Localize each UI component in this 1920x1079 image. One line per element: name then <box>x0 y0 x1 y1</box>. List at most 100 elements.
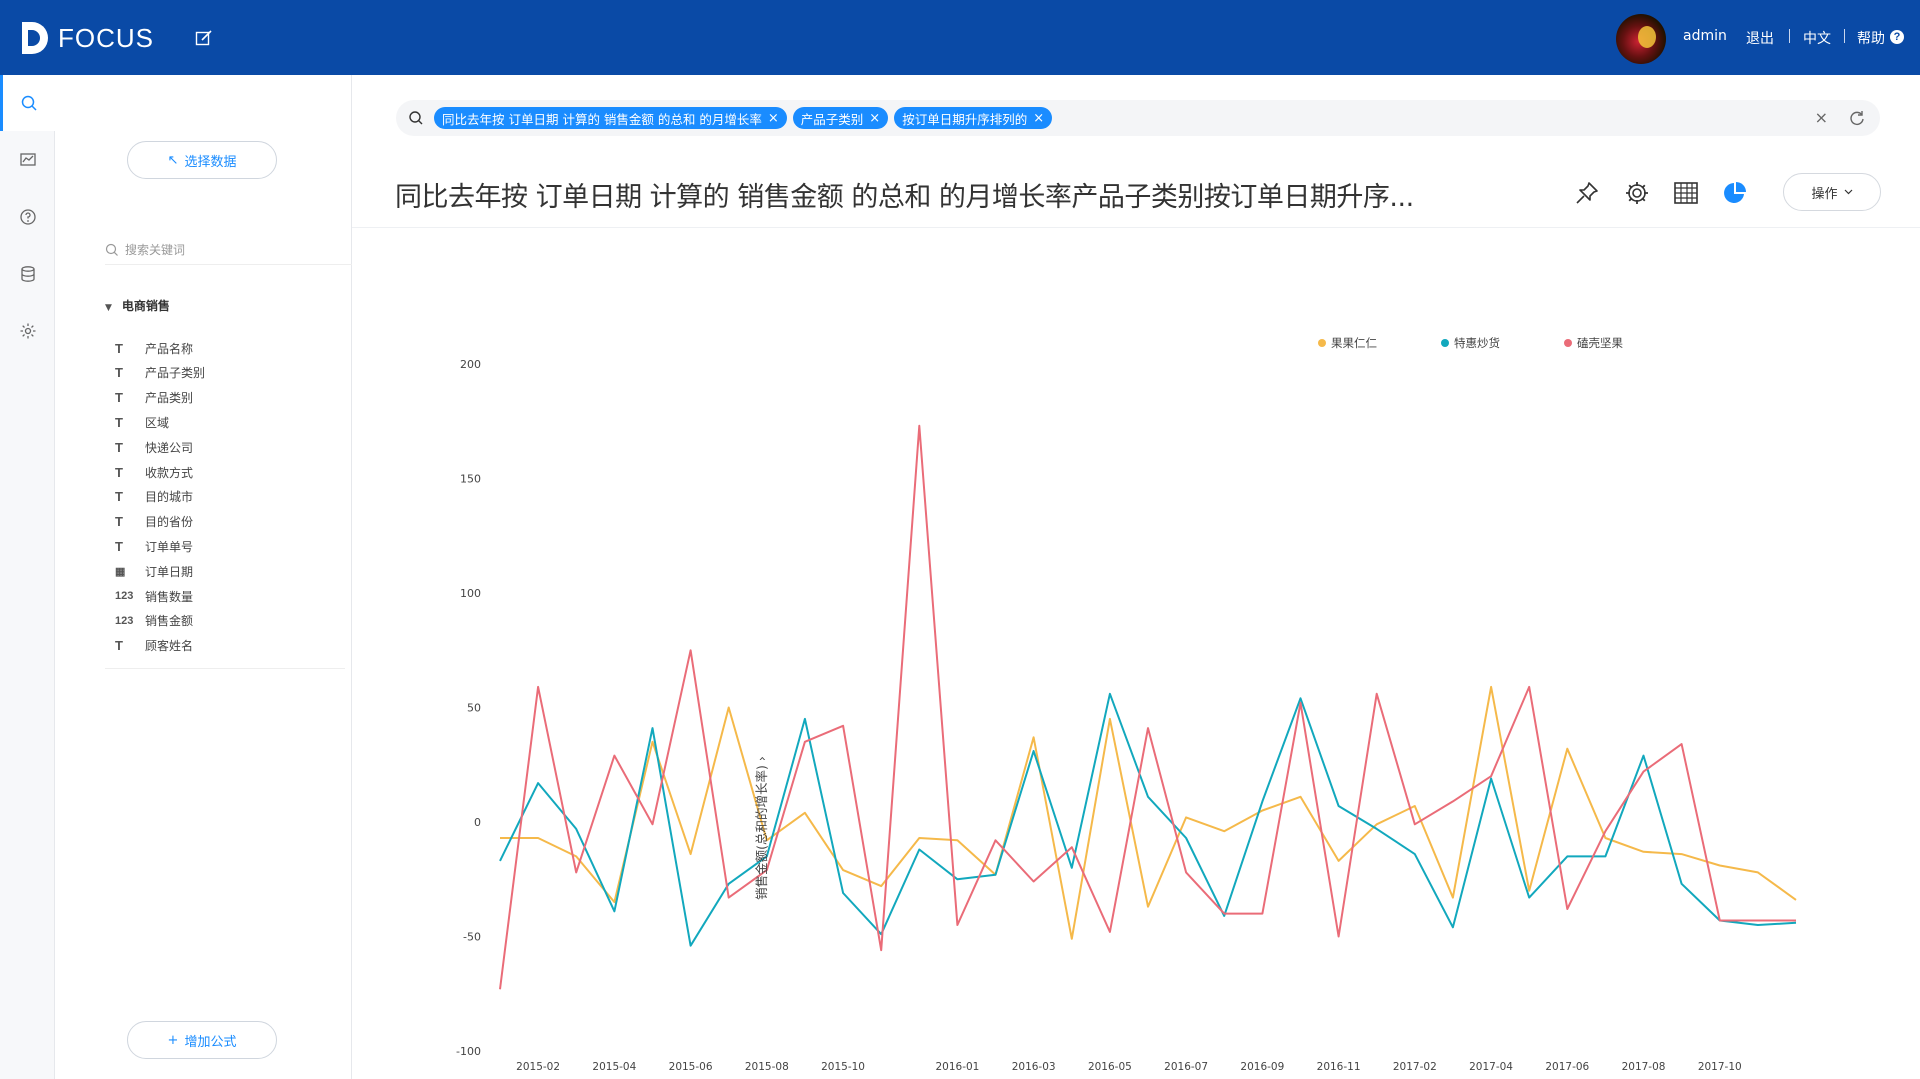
refresh-icon[interactable] <box>1848 109 1866 127</box>
text-type-icon: T <box>115 414 123 430</box>
field-item[interactable]: T 区域 <box>115 411 169 433</box>
logo[interactable]: FOCUS <box>20 18 154 58</box>
field-label: 目的城市 <box>145 490 194 505</box>
rail-database[interactable] <box>0 246 55 302</box>
caret-down-icon: ▼ <box>105 303 112 313</box>
x-tick-label: 2016-11 <box>1317 1061 1361 1073</box>
select-data-button[interactable]: ↖ 选择数据 <box>127 141 277 179</box>
x-tick-label: 2017-08 <box>1622 1061 1666 1073</box>
legend-label: 磕壳坚果 <box>1577 336 1623 350</box>
chip-label: 按订单日期升序排列的 <box>902 111 1028 127</box>
pie-chart-icon[interactable] <box>1722 180 1748 206</box>
field-item[interactable]: T 顾客姓名 <box>115 635 193 657</box>
main-area: 同比去年按 订单日期 计算的 销售金额 的总和 的月增长率 × 产品子类别 × 按订… <box>352 75 1920 1079</box>
username[interactable]: admin <box>1683 28 1727 44</box>
help-icon <box>19 209 36 225</box>
search-chip[interactable]: 同比去年按 订单日期 计算的 销售金额 的总和 的月增长率 × <box>434 107 787 129</box>
text-type-icon: T <box>115 464 123 480</box>
database-icon <box>20 266 35 282</box>
close-icon[interactable]: × <box>768 111 779 126</box>
page-title: 同比去年按 订单日期 计算的 销售金额 的总和 的月增长率产品子类别按订单日期升… <box>395 182 1414 213</box>
x-tick-label: 2015-10 <box>821 1061 865 1073</box>
avatar[interactable] <box>1616 14 1666 64</box>
divider <box>105 668 345 669</box>
search-chip[interactable]: 按订单日期升序排列的 × <box>894 107 1053 129</box>
field-item[interactable]: T 产品名称 <box>115 337 193 359</box>
line-chart: 200 150 100 50 0 -50 -100 2015-02 2015-04 2015-06… <box>456 336 1797 1073</box>
field-item[interactable]: T 收款方式 <box>115 461 193 483</box>
operate-button[interactable]: 操作 <box>1783 173 1881 211</box>
series-line <box>500 685 1797 940</box>
text-type-icon: T <box>115 340 123 356</box>
field-item[interactable]: T 目的省份 <box>115 511 193 533</box>
field-label: 订单单号 <box>145 539 194 554</box>
close-icon[interactable]: × <box>1033 111 1044 126</box>
text-type-icon: T <box>115 390 123 406</box>
field-item[interactable]: T 产品子类别 <box>115 362 205 384</box>
close-icon[interactable]: × <box>869 111 880 126</box>
x-tick-label: 2016-03 <box>1012 1061 1056 1073</box>
field-label: 产品子类别 <box>145 366 206 381</box>
y-tick-label: -50 <box>463 931 481 944</box>
logo-mark-icon <box>22 22 48 54</box>
edit-icon[interactable] <box>194 28 214 48</box>
data-source-node[interactable]: ▼ 电商销售 <box>105 297 170 314</box>
x-tick-label: 2017-06 <box>1545 1061 1589 1073</box>
text-type-icon: T <box>115 538 123 554</box>
y-tick-label: 0 <box>474 816 481 829</box>
logout-link[interactable]: 退出 <box>1746 28 1774 48</box>
text-type-icon: T <box>115 365 123 381</box>
field-label: 快递公司 <box>145 440 194 455</box>
help-link[interactable]: 帮助 <box>1857 28 1885 48</box>
top-bar: FOCUS admin 退出 中文 帮助 ? <box>0 0 1920 75</box>
x-tick-label: 2016-01 <box>935 1061 979 1073</box>
field-item[interactable]: T 订单单号 <box>115 535 193 557</box>
dashboard-icon <box>19 153 36 166</box>
y-tick-label: -100 <box>456 1045 481 1058</box>
pin-icon[interactable] <box>1574 180 1600 206</box>
field-item[interactable]: 123 销售数量 <box>115 585 193 607</box>
clear-icon[interactable]: × <box>1815 108 1828 127</box>
search-bar[interactable]: 同比去年按 订单日期 计算的 销售金额 的总和 的月增长率 × 产品子类别 × 按订… <box>396 100 1880 136</box>
keyword-search[interactable]: 搜索关键词 <box>105 235 375 265</box>
search-icon <box>105 243 118 256</box>
search-icon <box>21 95 37 111</box>
operate-label: 操作 <box>1811 186 1838 202</box>
x-tick-label: 2016-07 <box>1164 1061 1208 1073</box>
rail-settings[interactable] <box>0 303 55 359</box>
search-chip[interactable]: 产品子类别 × <box>792 107 889 129</box>
rail-search[interactable] <box>0 75 55 131</box>
field-label: 区域 <box>145 415 170 430</box>
chip-label: 产品子类别 <box>800 111 864 127</box>
gear-icon[interactable] <box>1624 180 1650 206</box>
x-tick-label: 2015-08 <box>745 1061 789 1073</box>
field-label: 目的省份 <box>145 515 194 530</box>
legend-label: 特惠炒货 <box>1454 336 1500 350</box>
field-item[interactable]: T 快递公司 <box>115 436 193 458</box>
field-label: 产品类别 <box>145 391 194 406</box>
field-label: 产品名称 <box>145 341 194 356</box>
x-tick-label: 2015-06 <box>669 1061 713 1073</box>
language-link[interactable]: 中文 <box>1803 28 1831 48</box>
field-label: 收款方式 <box>145 465 194 480</box>
field-item[interactable]: T 目的城市 <box>115 486 193 508</box>
y-tick-label: 50 <box>467 702 481 715</box>
field-label: 销售数量 <box>145 589 194 604</box>
data-source-label: 电商销售 <box>121 299 170 313</box>
x-tick-label: 2016-09 <box>1240 1061 1284 1073</box>
keyword-search-placeholder: 搜索关键词 <box>125 243 186 257</box>
help-circle-icon[interactable]: ? <box>1890 30 1904 44</box>
field-item[interactable]: T 产品类别 <box>115 387 193 409</box>
rail-help[interactable] <box>0 189 55 245</box>
plus-icon: + <box>167 1032 179 1048</box>
table-icon[interactable] <box>1673 180 1699 206</box>
y-tick-label: 200 <box>460 358 481 371</box>
text-type-icon: T <box>115 514 123 530</box>
field-item[interactable]: 123 销售金额 <box>115 610 193 632</box>
left-rail <box>0 75 55 1079</box>
add-formula-button[interactable]: + 增加公式 <box>127 1021 277 1059</box>
rail-dashboard[interactable] <box>0 132 55 188</box>
number-type-icon: 123 <box>115 590 134 602</box>
field-item[interactable]: ▦ 订单日期 <box>115 560 193 582</box>
legend-marker <box>1441 339 1449 347</box>
